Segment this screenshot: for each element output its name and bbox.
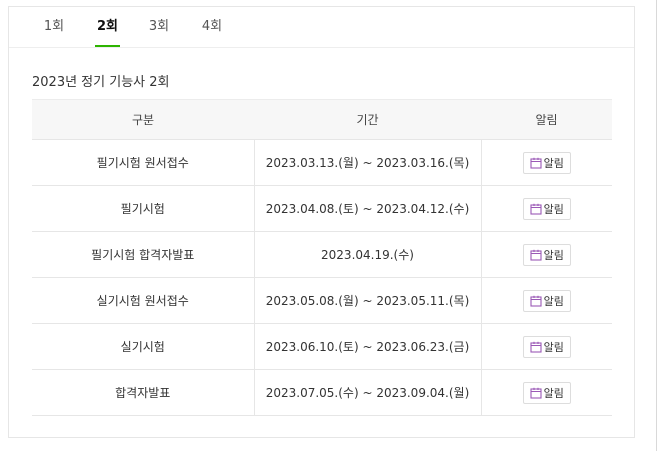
notify-button[interactable]: 알림 (522, 151, 571, 174)
notify-button-label: 알림 (543, 248, 564, 262)
row-period: 2023.04.08.(토) ~ 2023.04.12.(수) (254, 185, 482, 232)
row-notify-cell: 알림 (481, 231, 612, 278)
row-category: 필기시험 (32, 185, 255, 232)
row-notify-cell: 알림 (481, 323, 612, 370)
notify-button-label: 알림 (543, 294, 564, 308)
table-row: 필기시험 2023.04.08.(토) ~ 2023.04.12.(수) 알림 (32, 185, 612, 232)
notify-button[interactable]: 알림 (522, 381, 571, 404)
header-notify: 알림 (481, 99, 612, 140)
tab-round-3[interactable]: 3회 (148, 18, 170, 47)
row-category: 필기시험 원서접수 (32, 139, 255, 186)
notify-button[interactable]: 알림 (522, 197, 571, 220)
table-row: 필기시험 합격자발표 2023.04.19.(수) 알림 (32, 231, 612, 278)
notify-button[interactable]: 알림 (522, 243, 571, 266)
row-period: 2023.05.08.(월) ~ 2023.05.11.(목) (254, 277, 482, 324)
notify-button-label: 알림 (543, 340, 564, 354)
row-category: 실기시험 (32, 323, 255, 370)
row-period: 2023.03.13.(월) ~ 2023.03.16.(목) (254, 139, 482, 186)
table-row: 실기시험 2023.06.10.(토) ~ 2023.06.23.(금) 알림 (32, 323, 612, 370)
schedule-table: 구분 기간 알림 필기시험 원서접수 2023.03.13.(월) ~ 2023.… (32, 99, 612, 416)
table-row: 실기시험 원서접수 2023.05.08.(월) ~ 2023.05.11.(목)… (32, 277, 612, 324)
tab-round-2[interactable]: 2회 (95, 18, 120, 47)
tab-round-1[interactable]: 1회 (43, 18, 65, 47)
round-tabs: 1회 2회 3회 4회 (9, 7, 634, 48)
page-edge-divider (656, 0, 657, 451)
row-period: 2023.07.05.(수) ~ 2023.09.04.(월) (254, 369, 482, 416)
row-category: 합격자발표 (32, 369, 255, 416)
row-notify-cell: 알림 (481, 277, 612, 324)
header-category: 구분 (32, 99, 254, 140)
calendar-icon (530, 157, 542, 169)
calendar-icon (530, 203, 542, 215)
row-notify-cell: 알림 (481, 185, 612, 232)
notify-button-label: 알림 (543, 156, 564, 170)
notify-button[interactable]: 알림 (522, 335, 571, 358)
row-notify-cell: 알림 (481, 139, 612, 186)
exam-schedule-card: 1회 2회 3회 4회 2023년 정기 기능사 2회 구분 기간 알림 필기시… (8, 6, 635, 438)
row-period: 2023.06.10.(토) ~ 2023.06.23.(금) (254, 323, 482, 370)
calendar-icon (530, 387, 542, 399)
notify-button-label: 알림 (543, 386, 564, 400)
header-period: 기간 (254, 99, 481, 140)
table-row: 필기시험 원서접수 2023.03.13.(월) ~ 2023.03.16.(목)… (32, 139, 612, 186)
row-category: 필기시험 합격자발표 (32, 231, 255, 278)
table-header-row: 구분 기간 알림 (32, 99, 612, 140)
calendar-icon (530, 341, 542, 353)
exam-title: 2023년 정기 기능사 2회 (32, 75, 170, 90)
calendar-icon (530, 249, 542, 261)
notify-button-label: 알림 (543, 202, 564, 216)
row-period: 2023.04.19.(수) (254, 231, 482, 278)
row-notify-cell: 알림 (481, 369, 612, 416)
row-category: 실기시험 원서접수 (32, 277, 255, 324)
notify-button[interactable]: 알림 (522, 289, 571, 312)
calendar-icon (530, 295, 542, 307)
table-row: 합격자발표 2023.07.05.(수) ~ 2023.09.04.(월) 알림 (32, 369, 612, 416)
tab-round-4[interactable]: 4회 (201, 18, 223, 47)
